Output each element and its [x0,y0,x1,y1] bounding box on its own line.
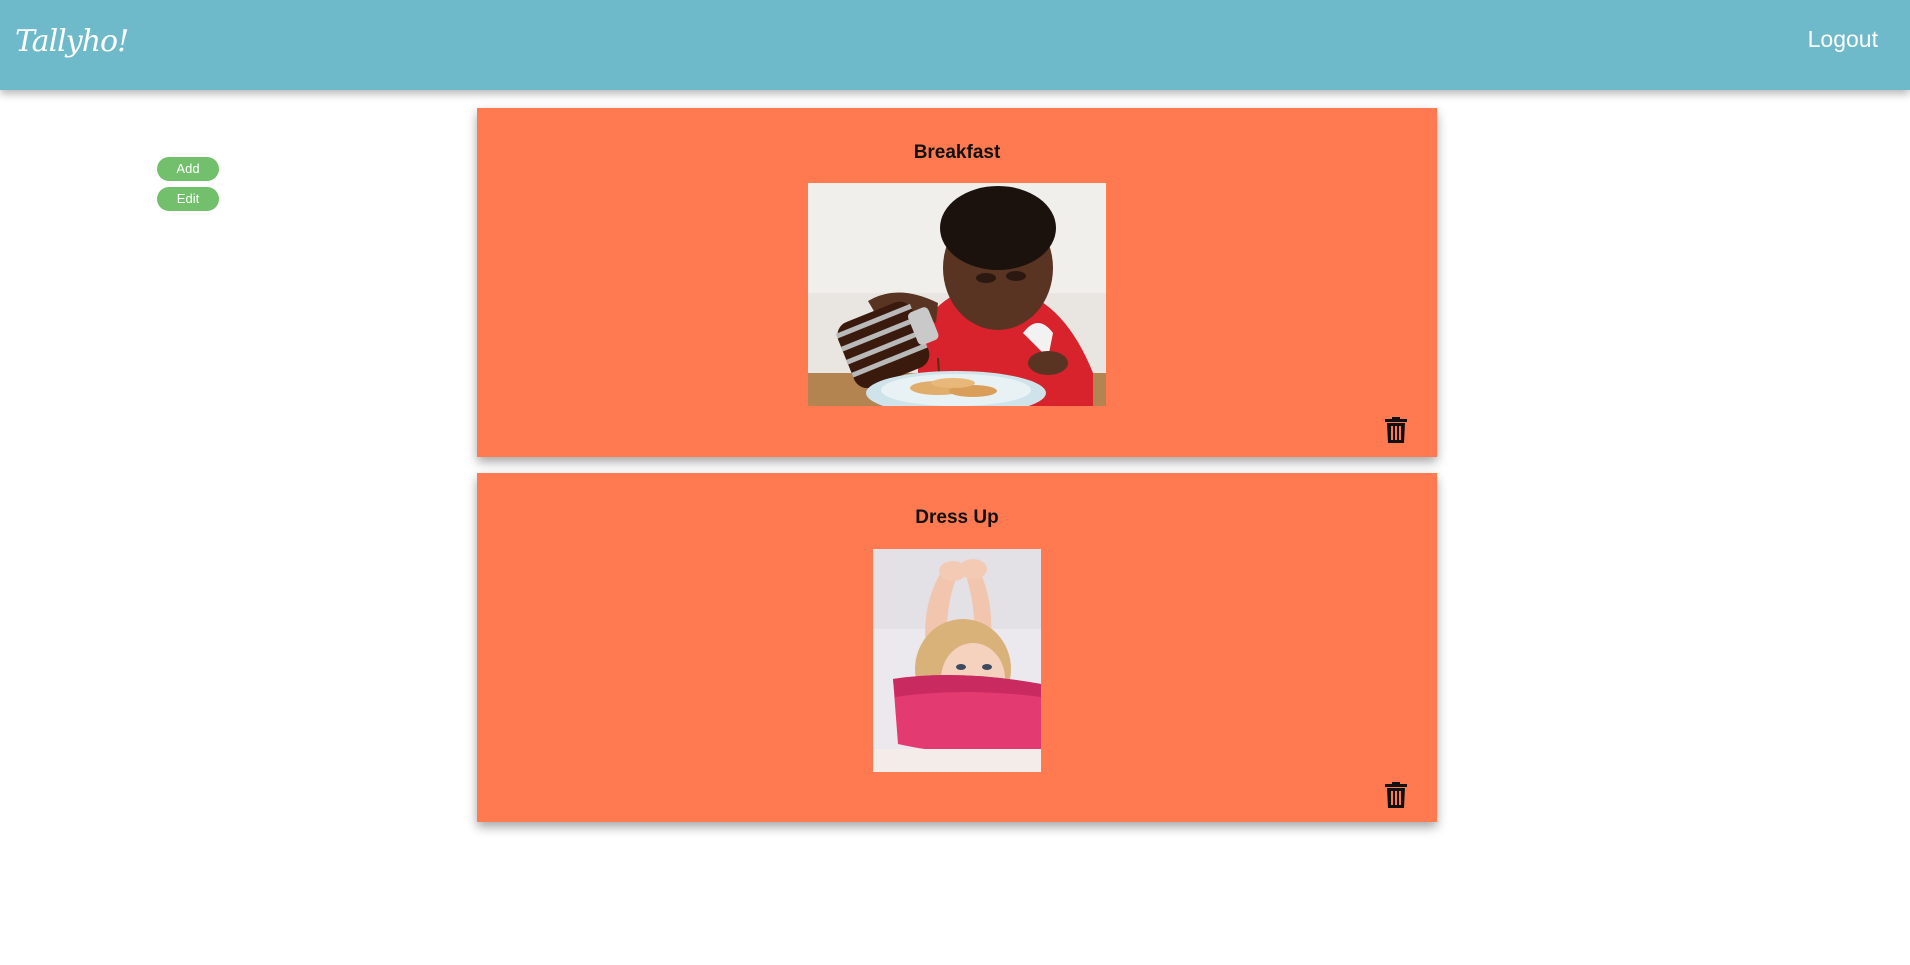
top-navbar: Tallyho! Logout [0,0,1910,90]
activity-card-breakfast: Breakfast [477,108,1437,457]
delete-card-button[interactable] [1385,417,1407,443]
trash-icon [1385,782,1407,808]
dress-up-photo [873,549,1041,772]
logout-link[interactable]: Logout [1808,26,1878,53]
add-button[interactable]: Add [157,157,219,181]
edit-button[interactable]: Edit [157,187,219,211]
side-actions: Add Edit [157,157,219,217]
card-title: Breakfast [913,142,1001,163]
delete-card-button[interactable] [1385,782,1407,808]
app-logo[interactable]: Tallyho! [15,24,129,59]
trash-icon [1385,417,1407,443]
activity-card-dress-up: Dress Up [477,473,1437,822]
breakfast-photo [808,183,1106,406]
card-title: Dress Up [915,507,999,528]
